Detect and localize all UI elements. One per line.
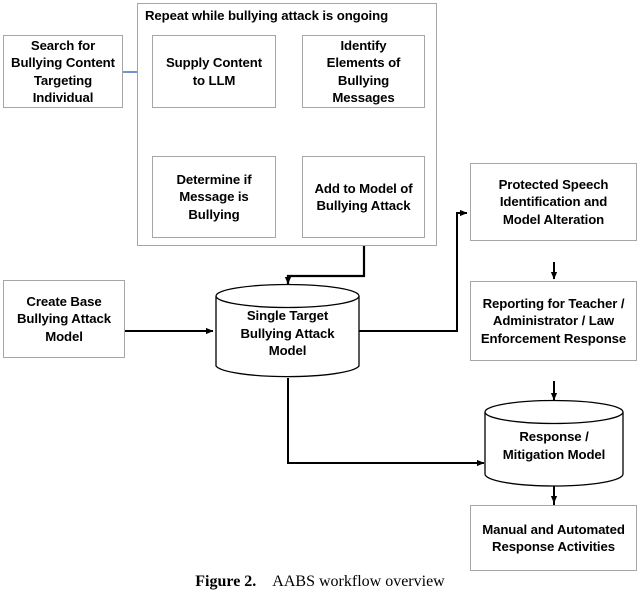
figure-caption-number: Figure 2.	[195, 573, 257, 590]
node-determine-if-bullying-label: Determine if Message is Bullying	[176, 171, 252, 222]
figure-caption-text: AABS workflow overview	[272, 573, 445, 590]
node-manual-automated-response-label: Manual and Automated Response Activities	[482, 521, 625, 554]
datastore-single-target-model[interactable]: Single Target Bullying Attack Model	[215, 283, 360, 378]
node-add-to-model[interactable]: Add to Model of Bullying Attack	[302, 156, 425, 238]
datastore-response-mitigation-model-label: Response / Mitigation Model	[502, 429, 606, 462]
node-manual-automated-response[interactable]: Manual and Automated Response Activities	[470, 505, 637, 571]
repeat-loop-title: Repeat while bullying attack is ongoing	[145, 8, 389, 23]
node-reporting[interactable]: Reporting for Teacher / Administrator / …	[470, 281, 637, 361]
node-search-bullying-content-label: Search for Bullying Content Targeting In…	[11, 37, 115, 105]
node-protected-speech-label: Protected Speech Identification and Mode…	[498, 176, 609, 227]
figure-aabs-workflow: Repeat while bullying attack is ongoing …	[0, 0, 640, 594]
node-add-to-model-label: Add to Model of Bullying Attack	[314, 180, 413, 213]
node-create-base-model-label: Create Base Bullying Attack Model	[17, 293, 111, 344]
datastore-response-mitigation-model[interactable]: Response / Mitigation Model	[484, 399, 624, 487]
node-protected-speech[interactable]: Protected Speech Identification and Mode…	[470, 163, 637, 241]
figure-caption: Figure 2. AABS workflow overview	[0, 573, 640, 591]
node-search-bullying-content[interactable]: Search for Bullying Content Targeting In…	[3, 35, 123, 108]
node-identify-elements-label: Identify Elements of Bullying Messages	[326, 37, 401, 105]
arrow-single-target-to-response-model	[287, 378, 485, 467]
node-create-base-model[interactable]: Create Base Bullying Attack Model	[3, 280, 125, 358]
node-supply-content-to-llm-label: Supply Content to LLM	[165, 55, 263, 88]
node-identify-elements[interactable]: Identify Elements of Bullying Messages	[302, 35, 425, 108]
node-supply-content-to-llm[interactable]: Supply Content to LLM	[152, 35, 276, 108]
node-reporting-label: Reporting for Teacher / Administrator / …	[480, 295, 627, 346]
datastore-single-target-model-label: Single Target Bullying Attack Model	[240, 308, 335, 359]
node-determine-if-bullying[interactable]: Determine if Message is Bullying	[152, 156, 276, 238]
